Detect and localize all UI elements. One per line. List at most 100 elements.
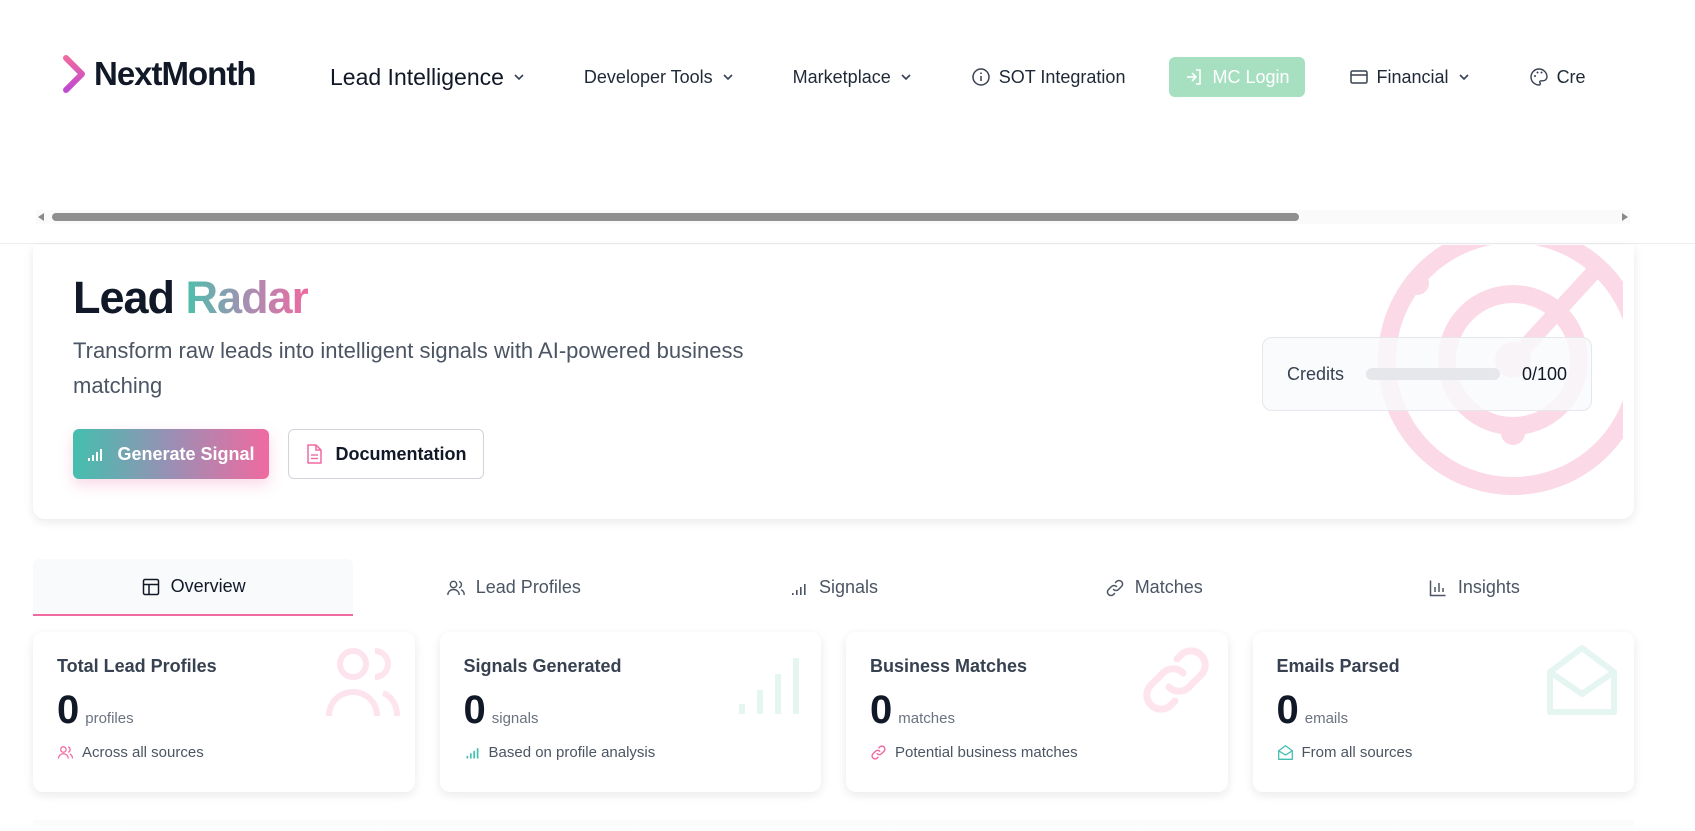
nav-developer-tools[interactable]: Developer Tools: [584, 57, 735, 97]
credit-card-icon: [1349, 70, 1368, 84]
tab-bar: Overview Lead Profiles Signals Matches I…: [33, 559, 1634, 616]
stat-unit: emails: [1304, 710, 1349, 727]
tab-label: Lead Profiles: [475, 577, 581, 597]
palette-icon: [1529, 68, 1548, 86]
stat-footer: From all sources: [1277, 744, 1413, 761]
stat-footer-text: Potential business matches: [895, 744, 1078, 761]
page-subtitle: Transform raw leads into intelligent sig…: [73, 338, 744, 398]
tab-insights[interactable]: Insights: [1314, 559, 1634, 616]
chevron-down-icon: [901, 74, 911, 81]
nav-label: Developer Tools: [583, 66, 713, 87]
stat-unit: profiles: [85, 710, 134, 727]
brand-logo[interactable]: NextMonth: [62, 54, 256, 94]
main-nav: Lead Intelligence Developer Tools Market…: [330, 57, 1630, 97]
tab-label: Signals: [818, 577, 879, 597]
stat-footer: Across all sources: [57, 744, 204, 761]
stat-unit: signals: [491, 710, 539, 727]
scroll-right-arrow-icon[interactable]: [1622, 213, 1628, 221]
tab-lead-profiles[interactable]: Lead Profiles: [353, 559, 673, 616]
credits-progress-bar: [1366, 368, 1500, 380]
nav-label: Cre: [1556, 66, 1586, 87]
generate-signal-button[interactable]: Generate Signal: [73, 429, 269, 479]
nav-financial[interactable]: Financial: [1349, 57, 1471, 97]
chevron-down-icon: [1458, 74, 1469, 81]
stat-unit: matches: [898, 710, 955, 727]
users-icon: [57, 746, 74, 759]
link-icon: [1106, 579, 1123, 596]
stat-footer-text: From all sources: [1301, 744, 1413, 761]
nav-label: Marketplace: [792, 66, 891, 87]
generate-signal-label: Generate Signal: [117, 443, 255, 464]
nav-marketplace[interactable]: Marketplace: [793, 57, 913, 97]
tab-overview[interactable]: Overview: [33, 559, 354, 616]
credits-label: Credits: [1287, 363, 1345, 384]
chevron-down-icon: [723, 74, 733, 81]
bar-chart-icon: [1429, 580, 1446, 596]
document-icon: [307, 444, 323, 464]
credits-panel: Credits 0/100: [1262, 337, 1592, 411]
mc-login-button[interactable]: MC Login: [1169, 57, 1305, 97]
stat-card-lead-profiles: Total Lead Profiles 0 profiles Across al…: [33, 632, 415, 792]
next-section-edge: [33, 820, 1634, 831]
layout-icon: [142, 578, 159, 595]
stat-value: 0: [1276, 688, 1299, 732]
stat-value: 0: [57, 688, 80, 732]
stat-value: 0: [463, 688, 486, 732]
nav-sot-integration[interactable]: SOT Integration: [971, 57, 1126, 97]
stat-footer: Potential business matches: [870, 744, 1078, 761]
nav-create[interactable]: Cre: [1529, 57, 1586, 97]
stat-card-emails: Emails Parsed 0 emails From all sources: [1252, 632, 1634, 792]
title-part-plain: Lead: [73, 272, 175, 323]
stat-footer-text: Across all sources: [82, 744, 204, 761]
login-icon: [1187, 69, 1202, 85]
stat-title: Business Matches: [870, 656, 1028, 676]
tab-label: Matches: [1134, 577, 1203, 597]
stat-number: 0 signals: [464, 688, 539, 733]
stat-number: 0 profiles: [57, 688, 134, 733]
stat-footer: Based on profile analysis: [464, 744, 656, 761]
brand-name: NextMonth: [94, 55, 256, 92]
scroll-thumb[interactable]: [52, 213, 1299, 221]
nav-label: Lead Intelligence: [330, 63, 504, 90]
signal-icon: [791, 583, 806, 595]
documentation-label: Documentation: [335, 443, 467, 464]
title-part-gradient: Radar: [185, 272, 310, 323]
signal-icon: [739, 658, 799, 714]
tab-label: Insights: [1457, 577, 1520, 597]
stat-number: 0 matches: [870, 688, 955, 733]
nav-horizontal-scrollbar[interactable]: [36, 210, 1630, 224]
stat-title: Signals Generated: [463, 656, 622, 676]
credits-value: 0/100: [1521, 363, 1567, 384]
nav-label: SOT Integration: [998, 66, 1126, 87]
chevron-logo-icon: [63, 55, 85, 93]
nav-lead-intelligence[interactable]: Lead Intelligence: [330, 57, 526, 97]
page-title: Lead Radar: [73, 272, 310, 324]
stat-title: Total Lead Profiles: [57, 656, 217, 676]
users-icon: [446, 580, 465, 595]
tab-signals[interactable]: Signals: [673, 559, 993, 616]
link-icon: [871, 745, 886, 760]
stat-card-matches: Business Matches 0 matches Potential bus…: [846, 632, 1228, 792]
top-header: NextMonth Lead Intelligence Developer To…: [0, 0, 1695, 244]
stat-card-signals: Signals Generated 0 signals Based on pro…: [439, 632, 821, 792]
mail-open-icon: [1547, 645, 1617, 715]
stat-number: 0 emails: [1277, 688, 1349, 733]
nav-label: Financial: [1376, 66, 1449, 87]
documentation-button[interactable]: Documentation: [288, 429, 484, 479]
stat-value: 0: [870, 688, 893, 732]
signal-icon: [466, 748, 478, 759]
chevron-down-icon: [514, 74, 524, 81]
users-icon: [325, 648, 400, 717]
stat-footer-text: Based on profile analysis: [488, 744, 656, 761]
mail-open-icon: [1277, 745, 1293, 760]
nav-label: MC Login: [1212, 66, 1290, 87]
stat-title: Emails Parsed: [1276, 656, 1400, 676]
hero-card: Lead Radar Transform raw leads into inte…: [33, 245, 1634, 519]
signal-icon: [88, 449, 103, 461]
stats-row: Total Lead Profiles 0 profiles Across al…: [33, 632, 1634, 792]
scroll-left-arrow-icon[interactable]: [38, 213, 44, 221]
info-icon: [971, 68, 990, 86]
tab-label: Overview: [170, 576, 246, 596]
tab-matches[interactable]: Matches: [994, 559, 1314, 616]
link-icon: [1142, 647, 1209, 713]
